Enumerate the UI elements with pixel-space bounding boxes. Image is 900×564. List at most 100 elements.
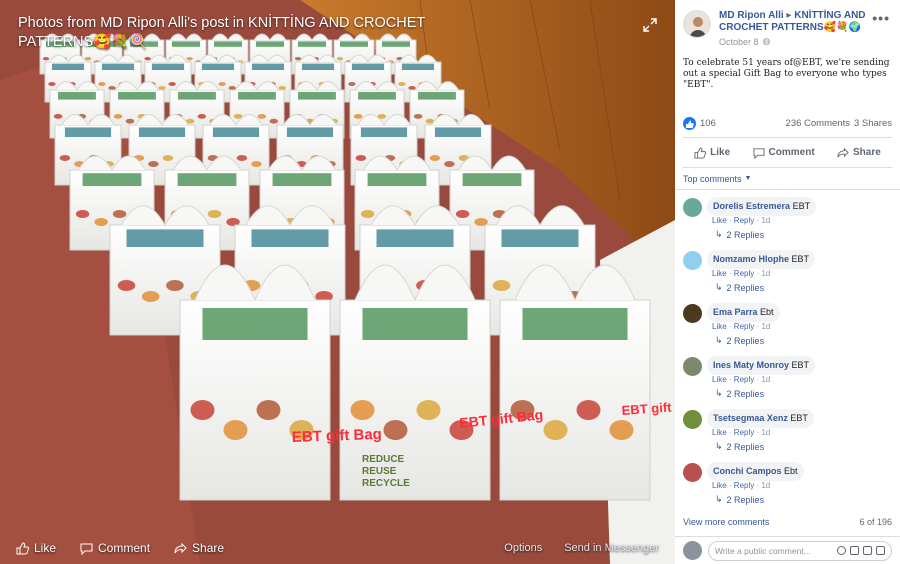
author-block: MD Ripon Alli ▸ KNİTTİNG AND CROCHET PAT… bbox=[719, 10, 879, 52]
commenter-name[interactable]: Nomzamo Hlophe bbox=[713, 254, 789, 264]
shares-count[interactable]: 3 Shares bbox=[854, 118, 892, 129]
share-arrow-icon bbox=[837, 147, 849, 157]
view-replies-link[interactable]: ↳ 2 Replies bbox=[715, 388, 764, 399]
comment-text: Ebt bbox=[784, 466, 798, 476]
photo-pane: EBT gift BagEBT gift BagEBT gift BagREDU… bbox=[0, 0, 675, 564]
likes-count[interactable]: 106 bbox=[700, 118, 716, 129]
comment-like-link[interactable]: Like bbox=[712, 322, 727, 331]
comment-time[interactable]: 1d bbox=[761, 269, 770, 278]
post-header: MD Ripon Alli ▸ KNİTTİNG AND CROCHET PAT… bbox=[675, 0, 900, 52]
expand-icon[interactable] bbox=[643, 18, 657, 32]
top-comments-filter[interactable]: Top comments ▼ bbox=[675, 168, 900, 190]
reply-arrow-icon: ↳ bbox=[715, 335, 723, 345]
replies-count: 2 Replies bbox=[726, 229, 765, 240]
comment-reply-link[interactable]: Reply bbox=[734, 428, 754, 437]
commenter-name[interactable]: Tsetsegmaa Xenz bbox=[713, 413, 788, 423]
comment-time[interactable]: 1d bbox=[761, 322, 770, 331]
comment-like-link[interactable]: Like bbox=[712, 428, 727, 437]
author-avatar[interactable] bbox=[683, 10, 711, 38]
comment-reply-link[interactable]: Reply bbox=[734, 322, 754, 331]
post-like-button[interactable]: Like bbox=[694, 146, 731, 159]
post-like-label: Like bbox=[710, 147, 731, 158]
replies-count: 2 Replies bbox=[726, 388, 765, 399]
options-button[interactable]: Options bbox=[504, 542, 542, 554]
post-date[interactable]: October 8 bbox=[719, 37, 759, 47]
comment-like-link[interactable]: Like bbox=[712, 216, 727, 225]
comment-text: EBT bbox=[792, 201, 811, 211]
comment-time[interactable]: 1d bbox=[761, 375, 770, 384]
bag-print-text: REDUCE bbox=[362, 454, 405, 465]
send-in-messenger-button[interactable]: Send in Messenger bbox=[564, 542, 659, 554]
comment-bubble: Ines Maty Monroy EBT bbox=[707, 356, 816, 375]
view-more-comments-link[interactable]: View more comments bbox=[683, 517, 769, 527]
bag-caption-text: EBT gift Bag bbox=[292, 426, 383, 446]
comment-text: EBT bbox=[790, 413, 808, 423]
commenter-name[interactable]: Conchi Campos bbox=[713, 466, 782, 476]
comment-reply-link[interactable]: Reply bbox=[734, 216, 754, 225]
commenter-avatar[interactable] bbox=[683, 304, 702, 323]
comment-item: Conchi Campos Ebt Like · Reply · 1d ↳ 2 … bbox=[675, 459, 900, 512]
commenter-name[interactable]: Ema Parra bbox=[713, 307, 758, 317]
comments-count[interactable]: 236 Comments bbox=[786, 118, 850, 129]
commenter-avatar[interactable] bbox=[683, 410, 702, 429]
comment-bubble: Nomzamo Hlophe EBT bbox=[707, 250, 816, 269]
reply-arrow-icon: ↳ bbox=[715, 441, 723, 451]
comments-shown-count: 6 of 196 bbox=[859, 517, 892, 527]
reply-arrow-icon: ↳ bbox=[715, 388, 723, 398]
commenter-name[interactable]: Ines Maty Monroy bbox=[713, 360, 789, 370]
comment-item: Tsetsegmaa Xenz EBT Like · Reply · 1d ↳ … bbox=[675, 406, 900, 459]
commenter-avatar[interactable] bbox=[683, 357, 702, 376]
gif-icon[interactable] bbox=[863, 546, 872, 555]
photo-comment-button[interactable]: Comment bbox=[80, 541, 150, 555]
reply-arrow-icon: ↳ bbox=[715, 282, 723, 292]
view-replies-link[interactable]: ↳ 2 Replies bbox=[715, 282, 764, 293]
view-replies-link[interactable]: ↳ 2 Replies bbox=[715, 335, 764, 346]
comment-reply-link[interactable]: Reply bbox=[734, 375, 754, 384]
comment-like-link[interactable]: Like bbox=[712, 481, 727, 490]
post-comment-label: Comment bbox=[768, 147, 815, 158]
view-replies-link[interactable]: ↳ 2 Replies bbox=[715, 441, 764, 452]
view-replies-link[interactable]: ↳ 2 Replies bbox=[715, 229, 764, 240]
comment-reply-link[interactable]: Reply bbox=[734, 269, 754, 278]
post-comment-button[interactable]: Comment bbox=[752, 147, 815, 159]
comment-time[interactable]: 1d bbox=[761, 216, 770, 225]
thumbs-up-icon bbox=[694, 146, 707, 159]
post-share-button[interactable]: Share bbox=[837, 147, 881, 159]
like-reaction-icon[interactable] bbox=[683, 117, 696, 130]
view-more-row: View more comments 6 of 196 bbox=[683, 517, 892, 527]
comment-composer: Write a public comment... bbox=[675, 536, 900, 564]
comment-text: EBT bbox=[791, 254, 810, 264]
post-actions: Like Comment Share bbox=[683, 138, 892, 168]
replies-count: 2 Replies bbox=[726, 282, 765, 293]
commenter-avatar[interactable] bbox=[683, 463, 702, 482]
photo-image[interactable]: EBT gift BagEBT gift BagEBT gift BagREDU… bbox=[0, 0, 675, 564]
thumbs-up-icon bbox=[16, 541, 29, 554]
comment-input[interactable]: Write a public comment... bbox=[708, 540, 892, 561]
camera-icon[interactable] bbox=[850, 546, 859, 555]
comment-reply-link[interactable]: Reply bbox=[734, 481, 754, 490]
post-text: To celebrate 51 years of@EBT, we're send… bbox=[683, 58, 890, 90]
post-stats: 106 236 Comments 3 Shares bbox=[683, 110, 892, 138]
commenter-avatar[interactable] bbox=[683, 251, 702, 270]
photo-share-button[interactable]: Share bbox=[174, 541, 224, 555]
photo-action-bar: Like Comment Share Options Send in Messe… bbox=[0, 532, 675, 564]
comment-time[interactable]: 1d bbox=[761, 428, 770, 437]
replies-count: 2 Replies bbox=[726, 335, 765, 346]
current-user-avatar bbox=[683, 541, 702, 560]
comment-like-link[interactable]: Like bbox=[712, 269, 727, 278]
more-options-icon[interactable]: ••• bbox=[872, 10, 890, 26]
comment-item: Ema Parra Ebt Like · Reply · 1d ↳ 2 Repl… bbox=[675, 300, 900, 353]
share-arrow-icon bbox=[174, 542, 187, 553]
comment-time[interactable]: 1d bbox=[761, 481, 770, 490]
photo-like-button[interactable]: Like bbox=[16, 541, 56, 555]
gift-bag bbox=[179, 264, 331, 501]
person-icon bbox=[684, 11, 710, 37]
author-name[interactable]: MD Ripon Alli bbox=[719, 10, 784, 21]
emoji-icon[interactable] bbox=[837, 546, 846, 555]
photo-title: Photos from MD Ripon Alli's post in KNİT… bbox=[18, 15, 425, 50]
comment-like-link[interactable]: Like bbox=[712, 375, 727, 384]
commenter-name[interactable]: Dorelis Estremera bbox=[713, 201, 790, 211]
commenter-avatar[interactable] bbox=[683, 198, 702, 217]
view-replies-link[interactable]: ↳ 2 Replies bbox=[715, 494, 764, 505]
sticker-icon[interactable] bbox=[876, 546, 885, 555]
